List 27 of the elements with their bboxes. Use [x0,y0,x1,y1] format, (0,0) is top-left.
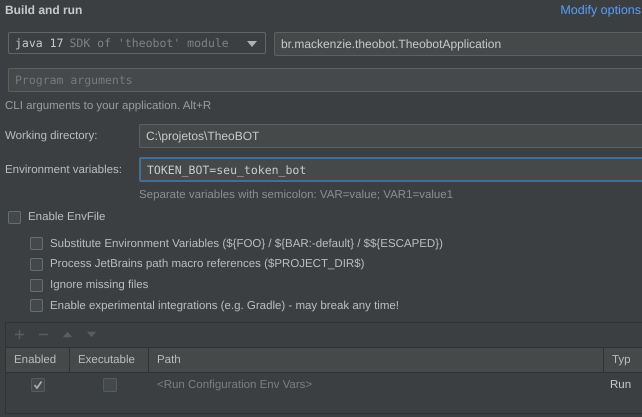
column-header[interactable]: Executable [70,348,149,372]
checkbox-label: Substitute Environment Variables (${FOO} / ${BAR:-default} / $${ESCAPED}) [50,238,443,250]
checkbox-label: Enable experimental integrations (e.g. Gradle) - may break any time! [50,300,399,312]
checkbox[interactable] [30,237,43,250]
modify-options-link[interactable]: Modify options [560,3,642,17]
table-cell-text: Run [609,379,632,392]
hint-text: CLI arguments to your application. Alt+R [4,99,212,112]
environment-variables-field[interactable]: TOKEN_BOT=seu_token_bot [139,157,642,182]
checkbox-label: Ignore missing files [50,279,148,292]
environment-variables-label: Environment variables: [5,164,123,176]
checkbox[interactable] [30,299,43,312]
column-header[interactable]: Enabled [6,348,70,372]
main-class-field[interactable]: br.mackenzie.theobot.TheobotApplication [274,32,642,56]
checkbox[interactable] [30,278,43,292]
checkbox-label: Process JetBrains path macro references ($PROJECT_DIR$) [50,258,364,270]
column-header[interactable]: Path [149,348,604,372]
table-cell-text: <Run Configuration Env Vars> [156,379,314,392]
checkbox[interactable] [30,258,43,271]
checkbox-label: Enable EnvFile [28,211,106,224]
hint-text: Separate variables with semicolon: VAR=value; VAR1=value1 [138,188,454,201]
jre-dropdown[interactable]: java 17 SDK of 'theobot' module [8,32,266,54]
working-directory-label: Working directory: [5,130,98,142]
caret-icon [247,41,257,47]
column-header[interactable]: Typ [604,348,642,372]
working-directory-field[interactable]: C:\projetos\TheoBOT [139,124,642,148]
section-title: Build and run [5,3,82,17]
checkbox[interactable] [8,210,21,224]
